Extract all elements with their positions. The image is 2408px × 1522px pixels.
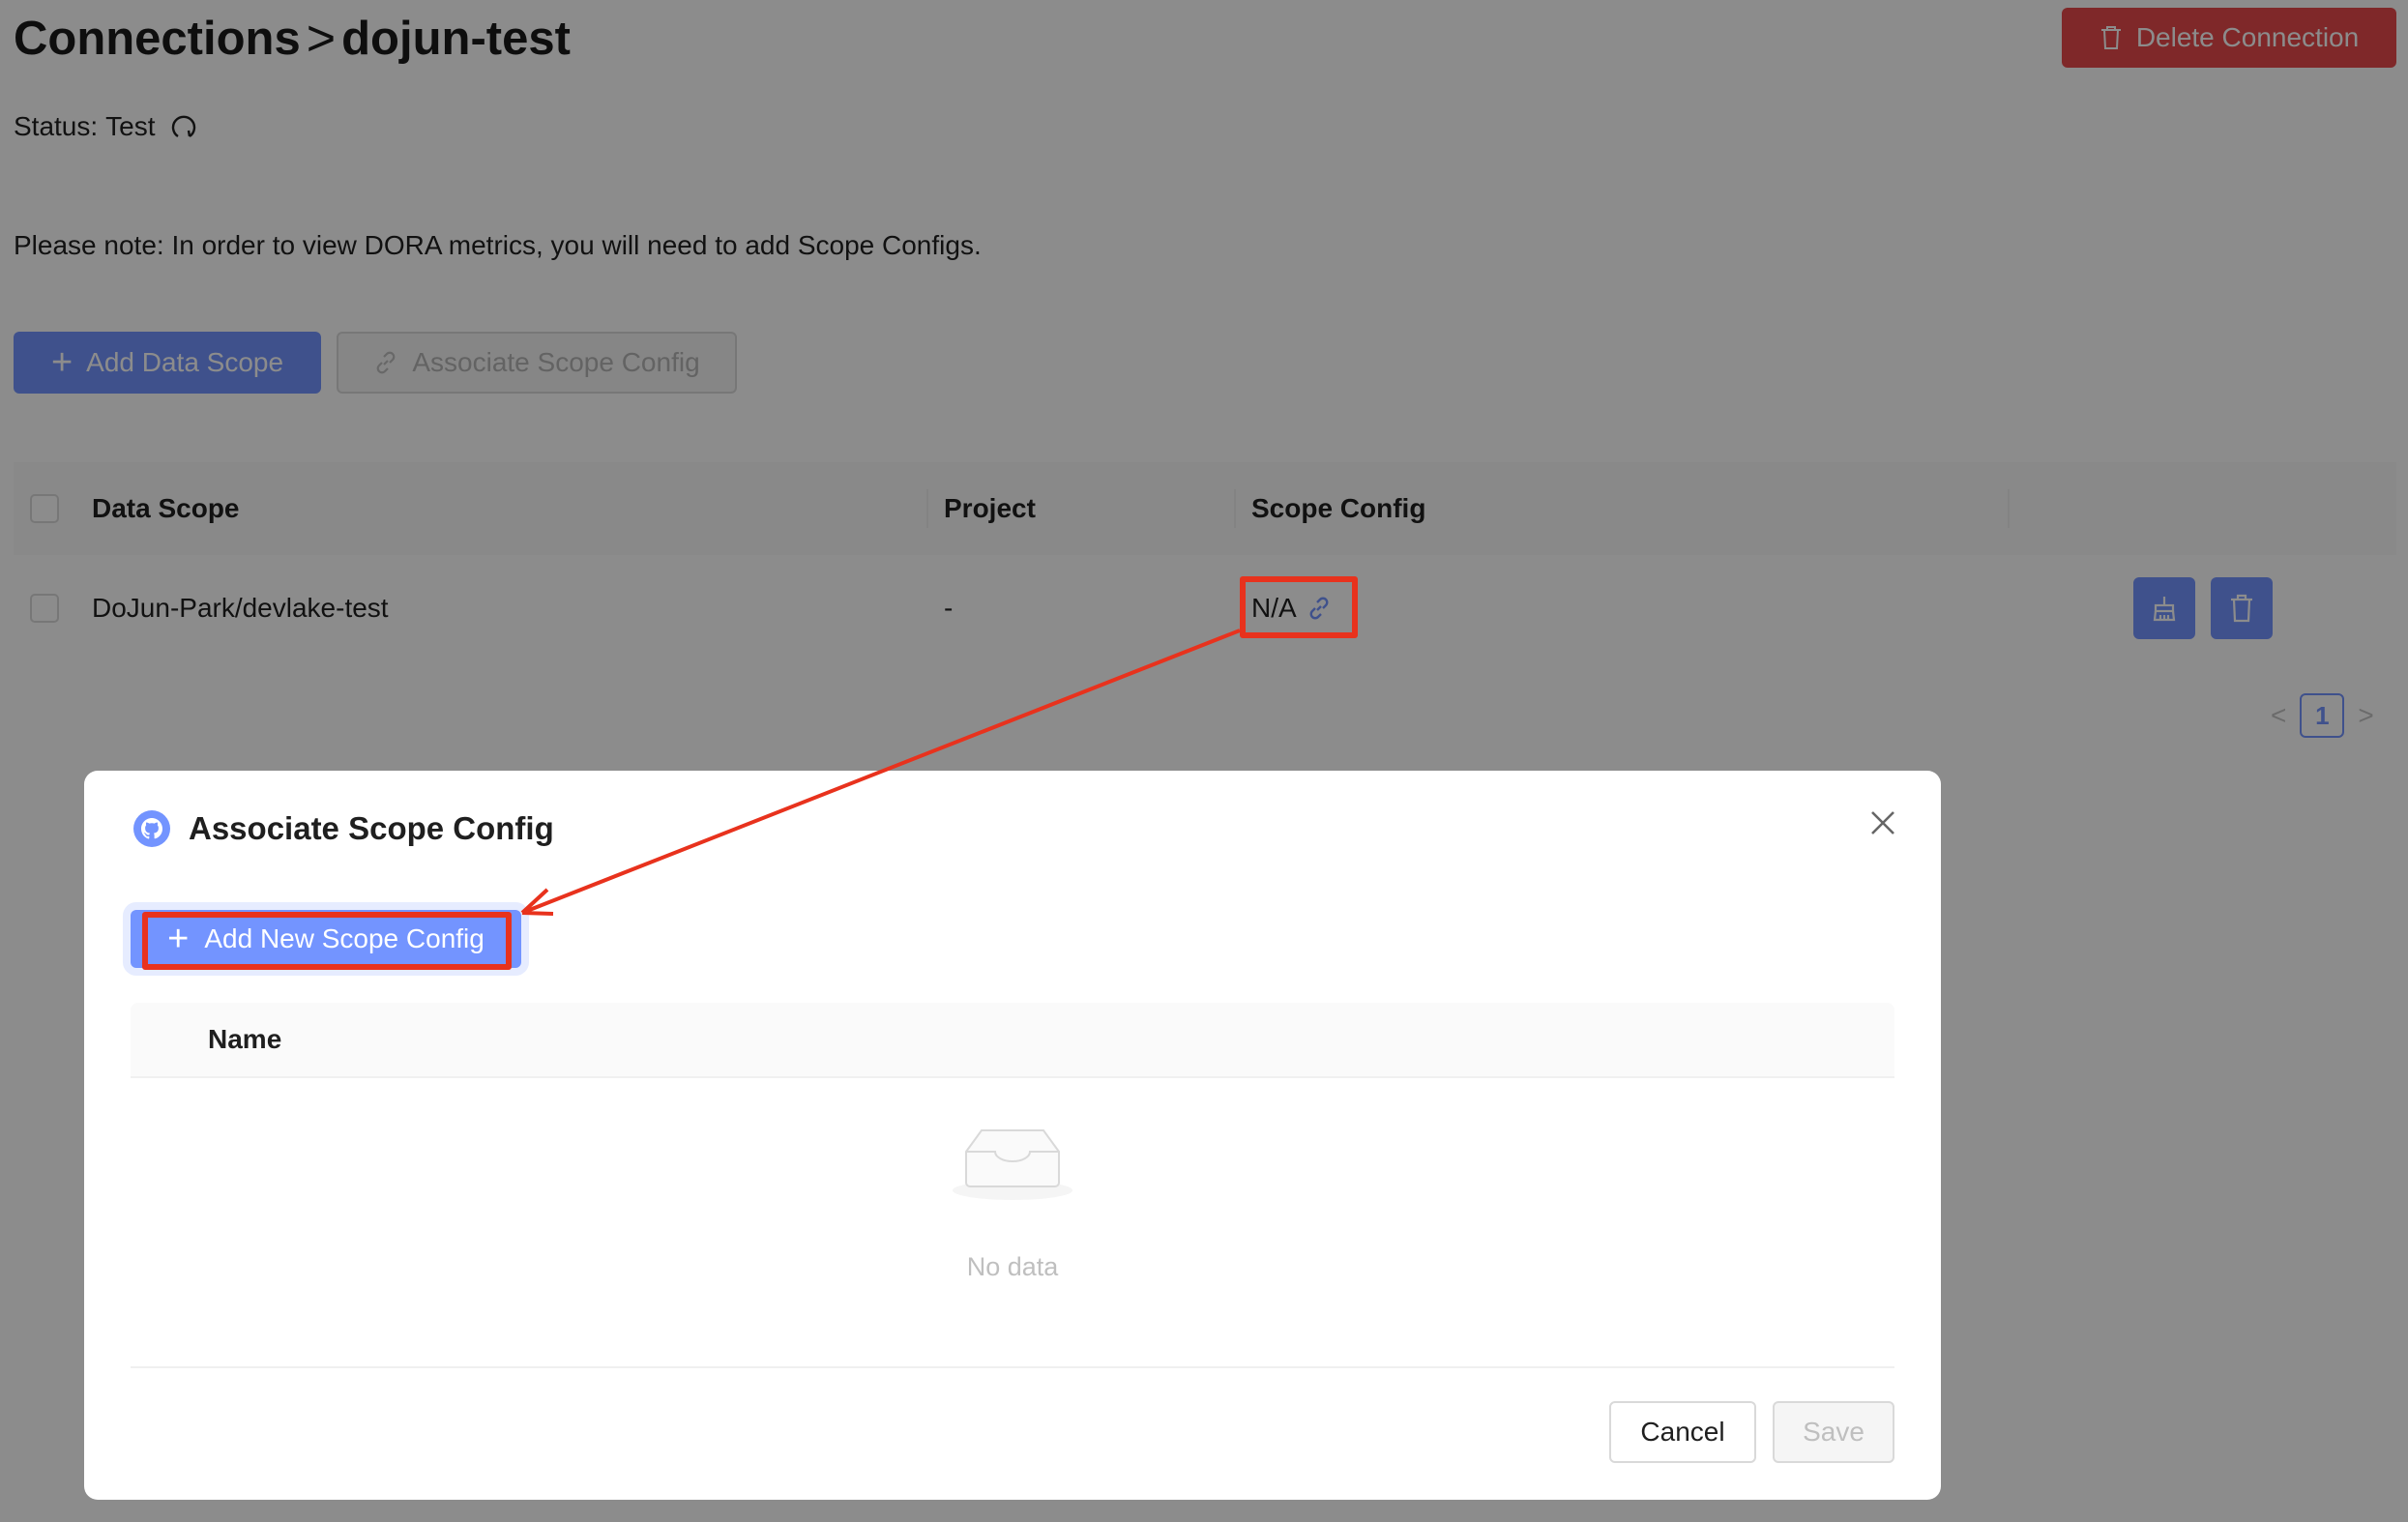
associate-scope-config-modal: Associate Scope Config + Add New Scope C…	[84, 771, 1941, 1500]
save-button[interactable]: Save	[1773, 1401, 1894, 1463]
annotation-highlight-na	[1240, 576, 1358, 638]
empty-inbox-icon	[953, 1129, 1072, 1200]
column-name: Name	[208, 1024, 282, 1054]
empty-state: No data	[131, 1078, 1894, 1368]
empty-text: No data	[966, 1252, 1059, 1281]
modal-title-text: Associate Scope Config	[189, 810, 554, 846]
github-icon	[133, 810, 170, 847]
scope-config-table-header: Name	[131, 1003, 1894, 1078]
modal-title: Associate Scope Config	[132, 809, 554, 848]
close-icon[interactable]	[1864, 804, 1902, 842]
annotation-highlight-add-new	[142, 912, 512, 970]
footer-divider	[131, 1366, 1894, 1368]
cancel-button[interactable]: Cancel	[1609, 1401, 1756, 1463]
